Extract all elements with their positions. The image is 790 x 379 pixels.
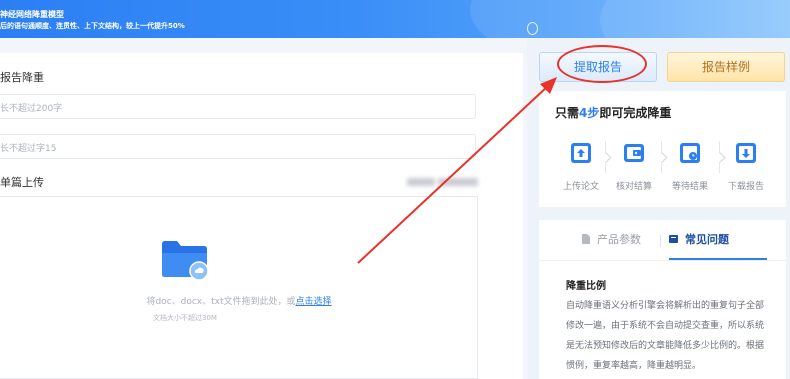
step-upload: 上传论文 — [553, 135, 609, 192]
file-size-limit: 文档大小不超过30M — [153, 314, 217, 322]
banner-decoration — [600, 0, 790, 38]
file-drop-zone[interactable]: 将doc、docx、txt文件拖到此处，或点击选择 文档大小不超过30M — [0, 196, 478, 379]
banner-subline: 后的语句通顺度、连贯性、上下文结构，较上一代提升50% — [0, 22, 185, 30]
banner-ring-icon — [527, 22, 538, 35]
faq-question: 降重比例 — [566, 281, 606, 292]
blurred-text — [407, 178, 435, 186]
red-highlight-circle — [557, 45, 647, 83]
steps-title: 只需4步即可完成降重 — [555, 106, 672, 120]
steps-card: 只需4步即可完成降重 上传论文 核对结算 等待结果 下载报告 — [539, 91, 786, 207]
title-placeholder: 长不超过200字 — [0, 104, 63, 114]
faq-answer: 自动降重语义分析引擎会将解析出的重复句子全部修改一遍，由于系统不会自动提交查重，… — [566, 301, 765, 371]
clock-icon — [680, 143, 700, 163]
author-input[interactable]: 长不超过字15 — [0, 134, 476, 159]
tab-underline — [539, 260, 786, 261]
step-label: 上传论文 — [562, 182, 599, 192]
tab-divider — [660, 235, 661, 247]
faq-card: 产品参数 常见问题 降重比例 自动降重语义分析引擎会将解析出的重复句子全部修改一… — [539, 220, 786, 379]
upload-form-panel: 报告降重 长不超过200字 长不超过字15 单篇上传 将doc、docx、txt… — [0, 53, 523, 379]
step-download: 下载报告 — [718, 135, 774, 192]
sample-report-button[interactable]: 报告样例 — [667, 52, 785, 82]
folder-upload-icon — [162, 241, 209, 280]
step-label: 下载报告 — [727, 182, 764, 192]
step-wait: 等待结果 — [662, 135, 718, 192]
section-title: 报告降重 — [0, 71, 44, 84]
book-icon — [669, 235, 678, 243]
document-icon — [582, 234, 590, 244]
drop-hint: 将doc、docx、txt文件拖到此处，或点击选择 — [146, 297, 332, 307]
upload-label: 单篇上传 — [0, 176, 44, 189]
step-label: 核对结算 — [615, 182, 652, 192]
step-checkout: 核对结算 — [606, 135, 662, 192]
banner-headline: 神经网络降重模型 — [0, 10, 64, 19]
top-banner: 神经网络降重模型 后的语句通顺度、连贯性、上下文结构，较上一代提升50% — [0, 0, 790, 38]
title-input[interactable]: 长不超过200字 — [0, 94, 476, 119]
blurred-text — [438, 178, 478, 186]
report-sidebar: 提取报告 报告样例 只需4步即可完成降重 上传论文 核对结算 等待结果 下载报告… — [527, 38, 790, 379]
download-icon — [736, 143, 756, 163]
tab-faq[interactable]: 常见问题 — [669, 220, 767, 260]
step-label: 等待结果 — [671, 182, 708, 192]
author-placeholder: 长不超过字15 — [0, 144, 57, 154]
choose-file-link[interactable]: 点击选择 — [296, 297, 332, 307]
upload-icon — [571, 143, 591, 163]
wallet-icon — [624, 144, 644, 162]
tab-product-params[interactable]: 产品参数 — [581, 220, 641, 260]
